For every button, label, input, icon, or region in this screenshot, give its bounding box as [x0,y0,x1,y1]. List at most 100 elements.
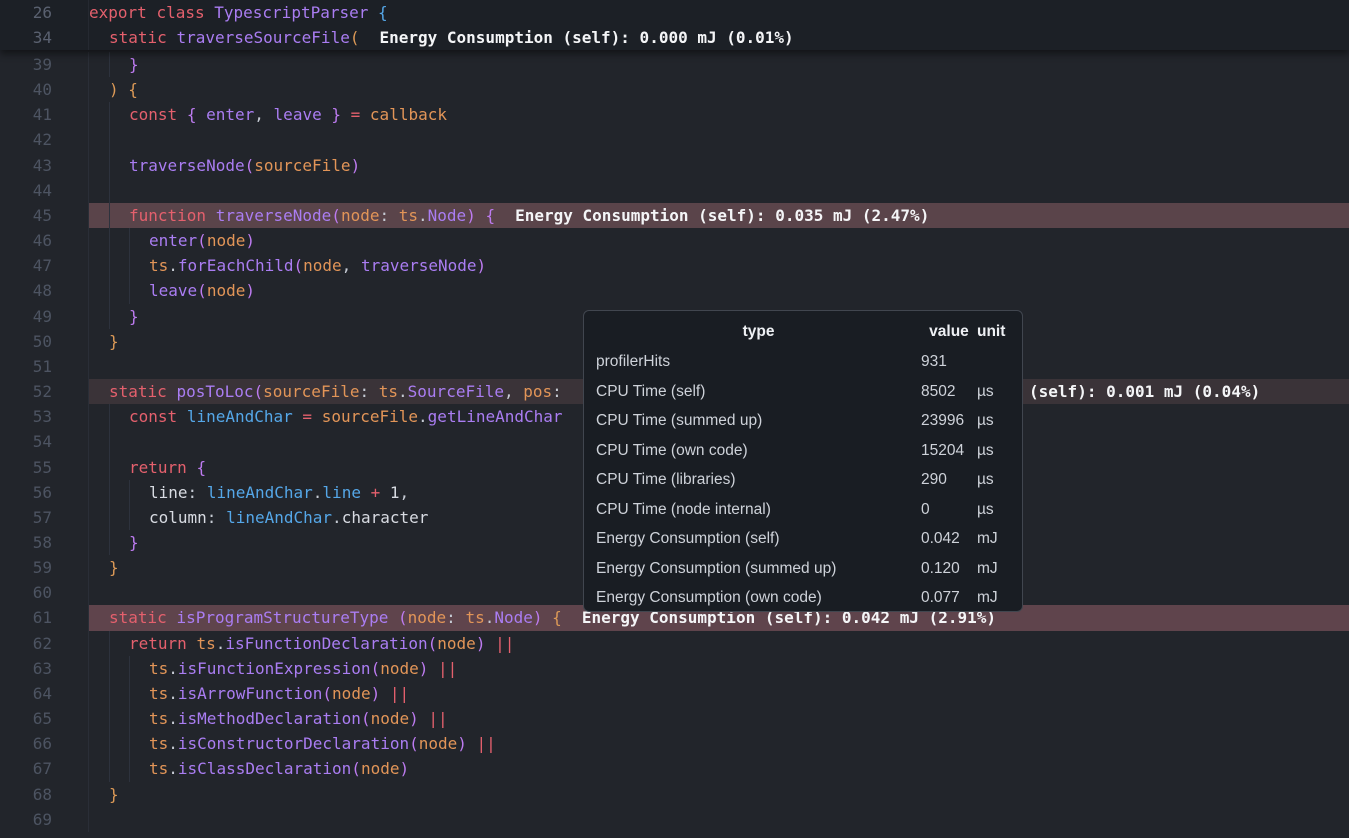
indent-guide [129,706,130,731]
line-number[interactable]: 39 [0,52,88,77]
code-token: ts [379,382,398,401]
line-number[interactable]: 54 [0,429,88,454]
code-line-34[interactable]: 34static traverseSourceFile(Energy Consu… [0,25,1349,50]
code-token: sourceFile [263,382,359,401]
code-token: 1 [390,483,400,502]
line-number[interactable]: 59 [0,555,88,580]
line-number[interactable]: 69 [0,807,88,832]
code-token: } [331,105,341,124]
code-token [167,608,177,627]
line-number[interactable]: 58 [0,530,88,555]
code-line-65[interactable]: 65ts.isMethodDeclaration(node) || [0,706,1349,731]
code-line-46[interactable]: 46enter(node) [0,228,1349,253]
indent-guide [109,480,110,505]
code-token: . [216,634,226,653]
code-line-66[interactable]: 66ts.isConstructorDeclaration(node) || [0,731,1349,756]
code-line-45[interactable]: 45function traverseNode(node: ts.Node) {… [0,203,1349,228]
code-token: || [390,684,409,703]
code-token: ( [428,634,438,653]
line-number[interactable]: 47 [0,253,88,278]
line-number[interactable]: 61 [0,605,88,630]
code-token: isClassDeclaration [178,759,351,778]
line-number[interactable]: 64 [0,681,88,706]
indent-guide [129,656,130,681]
metric-unit: µs [977,406,1008,436]
indent-guide [109,178,110,203]
code-token: traverseNode [216,206,332,225]
code-line-69[interactable]: 69 [0,807,1349,832]
code-line-47[interactable]: 47ts.forEachChild(node, traverseNode) [0,253,1349,278]
line-number[interactable]: 53 [0,404,88,429]
line-number[interactable]: 40 [0,77,88,102]
tooltip-row: Energy Consumption (summed up)0.120mJ [596,554,1008,584]
line-number[interactable]: 52 [0,379,88,404]
line-number[interactable]: 26 [0,0,88,25]
code-token: traverseNode [129,156,245,175]
code-token: ) [245,231,255,250]
code-line-62[interactable]: 62return ts.isFunctionDeclaration(node) … [0,631,1349,656]
code-tokens: ts.isConstructorDeclaration(node) || [89,731,496,756]
code-token [514,382,524,401]
code-token: ts [196,634,215,653]
code-line-41[interactable]: 41const { enter, leave } = callback [0,102,1349,127]
code-tokens: column: lineAndChar.character [89,505,428,530]
line-number[interactable]: 48 [0,278,88,303]
code-token [380,684,390,703]
code-line-42[interactable]: 42 [0,127,1349,152]
line-number[interactable]: 55 [0,455,88,480]
line-number[interactable]: 45 [0,203,88,228]
metric-value: 0.120 [921,554,977,584]
line-number[interactable]: 57 [0,505,88,530]
sticky-scroll-header[interactable]: 26export class TypescriptParser {34stati… [0,0,1349,50]
indent-guide [109,756,110,781]
code-token: { [378,3,388,22]
code-line-64[interactable]: 64ts.isArrowFunction(node) || [0,681,1349,706]
tooltip-row: CPU Time (libraries)290µs [596,465,1008,495]
line-number[interactable]: 60 [0,580,88,605]
code-token: ts [149,759,168,778]
line-number[interactable]: 41 [0,102,88,127]
code-token: line [322,483,361,502]
code-line-43[interactable]: 43traverseNode(sourceFile) [0,153,1349,178]
code-token: const [129,407,177,426]
code-line-44[interactable]: 44 [0,178,1349,203]
line-number[interactable]: 62 [0,631,88,656]
code-token: return [129,458,187,477]
code-line-40[interactable]: 40) { [0,77,1349,102]
code-line-67[interactable]: 67ts.isClassDeclaration(node) [0,756,1349,781]
code-line-content: function traverseNode(node: ts.Node) {En… [88,203,1349,228]
metric-unit: µs [977,377,1008,407]
code-tokens: ts.isArrowFunction(node) || [89,681,409,706]
line-number[interactable]: 44 [0,178,88,203]
code-tokens: export class TypescriptParser { [89,0,388,25]
code-line-content [88,178,1349,203]
metric-unit: mJ [977,524,1008,554]
code-line-39[interactable]: 39} [0,52,1349,77]
code-token: : [207,508,217,527]
code-token: } [129,533,139,552]
code-token: character [342,508,429,527]
line-number[interactable]: 56 [0,480,88,505]
code-line-68[interactable]: 68} [0,782,1349,807]
indent-guide [109,278,110,303]
code-line-26[interactable]: 26export class TypescriptParser { [0,0,1349,25]
code-token: ( [350,28,360,47]
line-number[interactable]: 63 [0,656,88,681]
line-number[interactable]: 49 [0,304,88,329]
line-number[interactable]: 46 [0,228,88,253]
line-number[interactable]: 65 [0,706,88,731]
line-number[interactable]: 50 [0,329,88,354]
line-number[interactable]: 34 [0,25,88,50]
code-line-63[interactable]: 63ts.isFunctionExpression(node) || [0,656,1349,681]
metric-unit: mJ [977,554,1008,584]
line-number[interactable]: 51 [0,354,88,379]
line-number[interactable]: 43 [0,153,88,178]
code-token: } [109,332,119,351]
line-number[interactable]: 68 [0,782,88,807]
line-number[interactable]: 66 [0,731,88,756]
code-line-48[interactable]: 48leave(node) [0,278,1349,303]
code-tokens: ) { [89,77,138,102]
line-number[interactable]: 67 [0,756,88,781]
line-number[interactable]: 42 [0,127,88,152]
code-token [543,608,553,627]
